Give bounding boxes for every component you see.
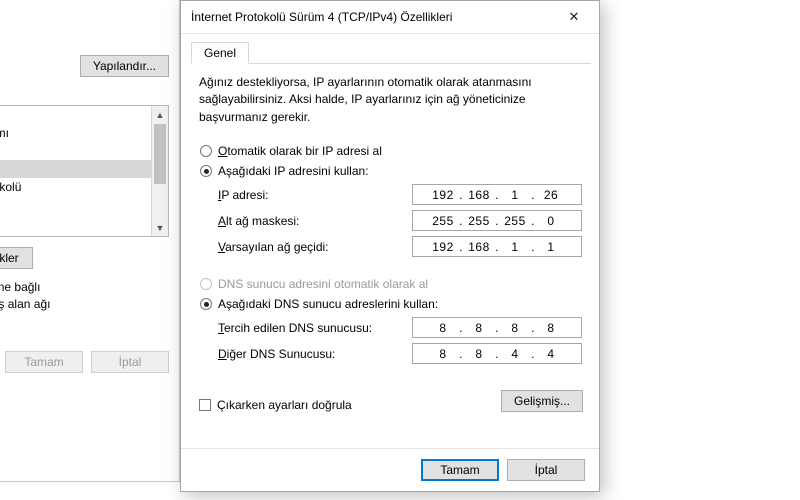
network-adapter-properties-dialog: Controller Yapılandır... llanır: emci os… [0,0,180,482]
subnet-mask-label: Alt ağ maskesi: [218,214,299,228]
alternate-dns-row: Diğer DNS Sunucusu: 8. 8. 4. 4 [218,343,582,364]
list-item[interactable]: ıncısı Çoğullayıcı Protokolü [0,178,168,196]
parent-cancel-button[interactable]: İptal [91,351,169,373]
advanced-button[interactable]: Gelişmiş... [501,390,583,412]
uses-items-label: llanır: [0,87,169,101]
gateway-label: Varsayılan ağ geçidi: [218,240,329,254]
ip-auto-radio-row[interactable]: OOtomatik olarak bir IP adresi altomatik… [200,144,582,158]
ip-address-input[interactable]: 192. 168. 1. 26 [412,184,582,205]
list-item[interactable]: osya ve Yazıcı Paylaşımı [0,124,168,142]
preferred-dns-row: Tercih edilen DNS sunucusu: 8. 8. 8. 8 [218,317,582,338]
ip-manual-radio-row[interactable]: Aşağıdaki IP adresini kullan: [200,164,582,178]
list-item[interactable]: emci [0,106,168,124]
dialog-title: İnternet Protokolü Sürüm 4 (TCP/IPv4) Öz… [191,10,452,24]
ip-manual-label: Aşağıdaki IP adresini kullan: [218,164,369,178]
parent-ok-button[interactable]: Tamam [5,351,83,373]
intro-text: Ağınız destekliyorsa, IP ayarlarının oto… [199,74,583,126]
cancel-button[interactable]: İptal [507,459,585,481]
ip-auto-label: OOtomatik olarak bir IP adresi altomatik… [218,144,382,158]
properties-button[interactable]: Özellikler [0,247,33,269]
list-item[interactable]: üm 4 (TCP/IPv4) [0,160,168,178]
dns-manual-label: Aşağıdaki DNS sunucu adreslerini kullan: [218,297,438,311]
item-description: nternet Protokolü. Birbirine bağlı ağlay… [0,279,169,313]
gateway-row: Varsayılan ağ geçidi: 192. 168. 1. 1 [218,236,582,257]
radio-icon [200,278,212,290]
validate-on-exit-label: Çıkarken ayarları doğrula [217,398,352,412]
subnet-mask-row: Alt ağ maskesi: 255. 255. 255. 0 [218,210,582,231]
preferred-dns-input[interactable]: 8. 8. 8. 8 [412,317,582,338]
alternate-dns-label: Diğer DNS Sunucusu: [218,347,335,361]
ip-address-row: IP adresi: 192. 168. 1. 26 [218,184,582,205]
tabstrip: Genel [191,42,591,64]
listbox-scrollbar[interactable]: ▲ ▼ [151,106,168,236]
list-item[interactable]: olü Sürücüsü [0,196,168,214]
close-icon: ✕ [569,9,580,25]
titlebar[interactable]: İnternet Protokolü Sürüm 4 (TCP/IPv4) Öz… [181,1,599,34]
ip-settings-group: OOtomatik olarak bir IP adresi altomatik… [199,140,583,263]
dns-auto-radio-row: DNS sunucu adresini otomatik olarak al [200,277,582,291]
list-item[interactable]: üm 6 (TCP/IPv6) [0,214,168,232]
network-items-listbox[interactable]: emci osya ve Yazıcı Paylaşımı ıcısı üm 4… [0,105,169,237]
radio-icon [200,298,212,310]
dns-settings-group: DNS sunucu adresini otomatik olarak al A… [199,273,583,384]
subnet-mask-input[interactable]: 255. 255. 255. 0 [412,210,582,231]
dialog-button-bar: Tamam İptal [181,448,599,491]
gateway-input[interactable]: 192. 168. 1. 1 [412,236,582,257]
dns-auto-label: DNS sunucu adresini otomatik olarak al [218,277,428,291]
ok-button[interactable]: Tamam [421,459,499,481]
adapter-name-label: Controller [0,35,169,49]
radio-icon [200,165,212,177]
scroll-up-icon[interactable]: ▲ [152,106,168,123]
close-button[interactable]: ✕ [557,7,591,27]
scrollbar-thumb[interactable] [154,124,166,184]
ip-address-label: IP adresi: [218,188,268,202]
preferred-dns-label: Tercih edilen DNS sunucusu: [218,321,372,335]
checkbox-icon [199,399,211,411]
list-item[interactable]: ıcısı [0,142,168,160]
dns-manual-radio-row[interactable]: Aşağıdaki DNS sunucu adreslerini kullan: [200,297,582,311]
radio-icon [200,145,212,157]
ipv4-properties-dialog: İnternet Protokolü Sürüm 4 (TCP/IPv4) Öz… [180,0,600,492]
scroll-down-icon[interactable]: ▼ [152,219,168,236]
tab-general[interactable]: Genel [191,42,249,64]
alternate-dns-input[interactable]: 8. 8. 4. 4 [412,343,582,364]
configure-button[interactable]: Yapılandır... [80,55,169,77]
